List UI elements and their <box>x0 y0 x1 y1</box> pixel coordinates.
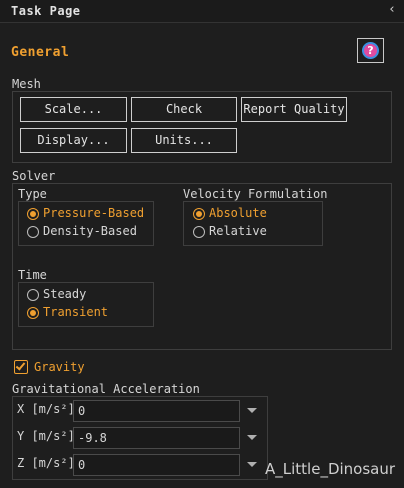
radio-unselected-icon <box>27 226 39 238</box>
report-quality-button[interactable]: Report Quality <box>241 97 347 122</box>
z-accel-label: Z [m/s²] <box>17 456 75 470</box>
radio-steady[interactable]: Steady <box>27 287 127 303</box>
radio-label: Steady <box>43 287 87 301</box>
solver-label: Solver <box>12 169 56 183</box>
panel-title: Task Page <box>11 4 81 18</box>
units-button[interactable]: Units... <box>131 128 237 153</box>
gravity-checkbox[interactable] <box>14 360 28 374</box>
radio-transient[interactable]: Transient <box>27 305 127 321</box>
chevron-down-icon[interactable] <box>247 462 257 467</box>
mesh-label: Mesh <box>12 77 41 91</box>
help-icon: ? <box>362 42 379 59</box>
gravity-label: Gravity <box>34 360 85 374</box>
x-accel-label: X [m/s²] <box>17 402 75 416</box>
help-button[interactable]: ? <box>357 38 384 63</box>
radio-selected-icon <box>193 208 205 220</box>
radio-density-based[interactable]: Density-Based <box>27 224 151 240</box>
grav-accel-label: Gravitational Acceleration <box>12 382 200 396</box>
velocity-formulation-label: Velocity Formulation <box>183 187 328 201</box>
task-page-header: Task Page ‹ <box>0 0 404 23</box>
chevron-down-icon[interactable] <box>247 435 257 440</box>
y-accel-input[interactable]: -9.8 <box>73 427 240 449</box>
radio-label: Pressure-Based <box>43 206 145 220</box>
radio-selected-icon <box>27 307 39 319</box>
radio-label: Absolute <box>209 206 267 220</box>
radio-label: Density-Based <box>43 224 137 238</box>
type-label: Type <box>18 187 47 201</box>
time-label: Time <box>18 268 47 282</box>
radio-pressure-based[interactable]: Pressure-Based <box>27 206 151 222</box>
chevron-left-icon[interactable]: ‹ <box>386 3 398 17</box>
radio-label: Transient <box>43 305 109 319</box>
radio-relative[interactable]: Relative <box>193 224 293 240</box>
watermark: A_Little_Dinosaur <box>265 460 396 478</box>
chevron-down-icon[interactable] <box>247 408 257 413</box>
z-accel-input[interactable]: 0 <box>73 454 240 476</box>
radio-selected-icon <box>27 208 39 220</box>
radio-label: Relative <box>209 224 267 238</box>
radio-unselected-icon <box>193 226 205 238</box>
x-accel-input[interactable]: 0 <box>73 400 240 422</box>
section-title: General <box>11 45 70 60</box>
check-button[interactable]: Check <box>131 97 237 122</box>
checkmark-icon <box>15 360 26 371</box>
scale-button[interactable]: Scale... <box>20 97 127 122</box>
radio-unselected-icon <box>27 289 39 301</box>
radio-absolute[interactable]: Absolute <box>193 206 293 222</box>
display-button[interactable]: Display... <box>20 128 127 153</box>
y-accel-label: Y [m/s²] <box>17 429 75 443</box>
